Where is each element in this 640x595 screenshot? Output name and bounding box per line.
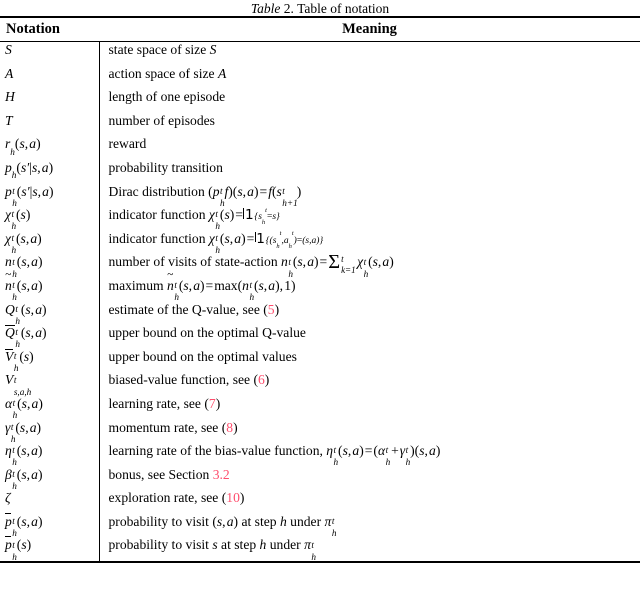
equation-reference[interactable]: 10: [226, 490, 240, 505]
row-notation: β t h (s, a): [0, 466, 100, 491]
equation-reference[interactable]: 5: [268, 302, 275, 317]
row-meaning: estimate of the Q-value, see (5): [108, 301, 280, 317]
table-row: Qt h (s, a) upper bound on the optimal Q-v…: [0, 325, 640, 349]
table-row: Vt h (s) upper bound on the optimal values: [0, 348, 640, 373]
row-notation: α t h (s, a): [0, 395, 100, 420]
row-notation: p t h (s, a): [0, 512, 100, 538]
row-notation: nth(s, a): [0, 254, 100, 279]
table-row: Vt s,a,h biased-value function, see (6): [0, 372, 640, 397]
row-notation: p t h (s): [0, 536, 100, 562]
caption-label: Table: [250, 1, 281, 16]
row-notation: χ t h (s): [0, 207, 100, 231]
row-notation: H: [0, 89, 100, 113]
row-meaning: biased-value function, see (6): [108, 372, 270, 388]
row-meaning: reward: [108, 136, 147, 152]
table-row: ζ exploration rate, see (10): [0, 490, 640, 514]
row-notation: rh(s, a): [0, 136, 100, 160]
column-header-meaning: Meaning: [342, 21, 397, 37]
table-row: χ t h (s, a) indicator function χ t h (s, a)= 1…: [0, 230, 640, 255]
table-row: p t h (s′|s, a) Dirac distribution (p t h f)(s…: [0, 183, 640, 208]
row-meaning: exploration rate, see (10): [108, 490, 245, 506]
row-meaning: number of episodes: [108, 112, 215, 128]
column-header-notation: Notation: [6, 21, 60, 37]
table-row: β t h (s, a) bonus, see Section 3.2: [0, 466, 640, 491]
row-notation: χ t h (s, a): [0, 230, 100, 255]
table-bottom-rule: [0, 561, 640, 564]
row-notation: nth(s, a): [0, 277, 100, 302]
row-meaning: probability to visit (s, a) at step h un…: [108, 513, 337, 539]
table-row: η t h (s, a) learning rate of the bias-valu…: [0, 443, 640, 467]
row-meaning: learning rate, see (7): [108, 395, 221, 411]
row-meaning: Dirac distribution (p t h f)(s, a)=f(s t h+1): [108, 183, 302, 208]
row-meaning: indicator function χ t h (s)= 1 {sht=s}: [108, 206, 280, 232]
row-meaning: bonus, see Section 3.2: [108, 466, 230, 482]
table-header-row: Notation Meaning: [0, 18, 640, 41]
table-row: A action space of size A: [0, 65, 640, 90]
row-meaning: momentum rate, see (8): [108, 419, 238, 435]
row-notation: η t h (s, a): [0, 443, 100, 467]
row-meaning: upper bound on the optimal Q-value: [108, 325, 306, 341]
row-meaning: probability to visit s at step h under π…: [108, 537, 317, 562]
table-row: χ t h (s) indicator function χ t h (s)= 1 {sht=…: [0, 207, 640, 231]
row-notation: Qt h (s, a): [0, 301, 100, 326]
row-notation: γ t h (s, a): [0, 419, 100, 444]
row-meaning: maximum nth(s, a)=max(nth(s, a), 1): [99, 278, 640, 302]
table-row: Qt h (s, a) estimate of the Q-value, see (…: [0, 301, 640, 326]
table-row: n t h (s, a) number of visits of state-acti…: [0, 250, 640, 279]
table-row: H length of one episode: [0, 89, 640, 113]
row-meaning: probability transition: [108, 159, 223, 175]
table-row: ph(s′|s, a) probability transition: [0, 159, 640, 184]
equation-reference[interactable]: 6: [258, 372, 265, 387]
row-meaning: number of visits of state-action n t h (s, …: [108, 250, 394, 279]
caption-text: Table of notation: [297, 1, 390, 16]
table-row: p t h (s) probability to visit s at step h …: [0, 536, 640, 562]
table-caption: Table 2. Table of notation: [0, 0, 640, 16]
row-notation: S: [0, 42, 100, 66]
row-meaning: upper bound on the optimal values: [108, 348, 297, 364]
row-notation: T: [0, 112, 100, 137]
table-row: p t h (s, a) probability to visit (s, a) at…: [0, 512, 640, 539]
row-meaning: learning rate of the bias-value function…: [108, 443, 441, 468]
table-figure: Table 2. Table of notation Notation Mean…: [0, 0, 640, 595]
table-row: γ t h (s, a) momentum rate, see (8): [0, 419, 640, 444]
table-row: T number of episodes: [0, 112, 640, 137]
table-row: nth(s, a) maximum nth(s, a)=max(nth(s, a…: [0, 277, 640, 302]
equation-reference[interactable]: 7: [209, 396, 216, 411]
caption-number: 2.: [283, 1, 294, 16]
table-row: S state space of size S: [0, 42, 640, 66]
row-notation: Vt s,a,h: [0, 372, 100, 397]
row-notation: ph(s′|s, a): [0, 159, 100, 184]
row-notation: Qt h (s, a): [0, 325, 100, 349]
row-notation: Vt h (s): [0, 348, 100, 373]
row-notation: ζ: [0, 490, 100, 514]
table-row: α t h (s, a) learning rate, see (7): [0, 395, 640, 420]
row-notation: A: [0, 65, 100, 90]
row-meaning: action space of size A: [108, 65, 227, 81]
row-meaning: state space of size S: [108, 42, 217, 57]
row-meaning: length of one episode: [108, 89, 226, 105]
table-row: rh(s, a) reward: [0, 136, 640, 160]
notation-table: Notation Meaning S state space of size S…: [0, 18, 640, 562]
section-reference[interactable]: 3.2: [213, 467, 230, 482]
row-notation: p t h (s′|s, a): [0, 183, 100, 208]
row-meaning: indicator function χ t h (s, a)= 1 {(sht,aht…: [108, 230, 324, 255]
